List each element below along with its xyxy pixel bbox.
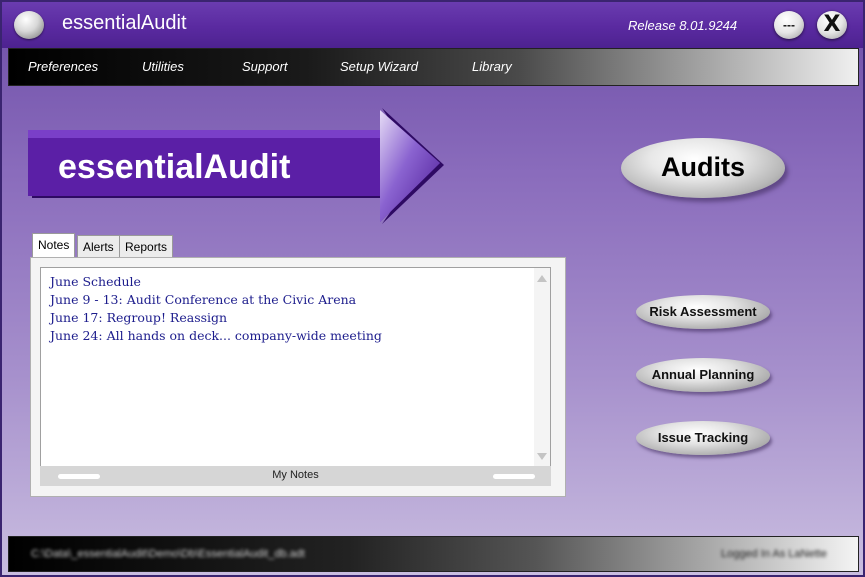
- app-window: essentialAudit Release 8.01.9244 --- X P…: [0, 0, 865, 577]
- menu-item-preferences[interactable]: Preferences: [28, 59, 98, 74]
- issue-tracking-button[interactable]: Issue Tracking: [636, 421, 770, 455]
- menu-item-setup-wizard[interactable]: Setup Wizard: [340, 59, 418, 74]
- tab-reports[interactable]: Reports: [119, 235, 174, 257]
- scroll-up-icon[interactable]: [537, 275, 547, 282]
- audits-button[interactable]: Audits: [621, 138, 785, 198]
- logo-text: essentialAudit: [58, 148, 290, 186]
- annual-planning-button[interactable]: Annual Planning: [636, 358, 770, 392]
- tab-alerts[interactable]: Alerts: [77, 235, 120, 257]
- menu-bar: Preferences Utilities Support Setup Wiza…: [8, 48, 859, 86]
- release-version: Release 8.01.9244: [628, 18, 738, 33]
- notes-footer-label: My Notes: [272, 469, 319, 481]
- app-title: essentialAudit: [62, 12, 187, 34]
- footer-right-handle[interactable]: [493, 474, 535, 479]
- menu-item-utilities[interactable]: Utilities: [142, 59, 184, 74]
- status-bar: C:\Data\_essentialAudit\Demo\Db\Essentia…: [8, 536, 859, 572]
- title-bar[interactable]: essentialAudit Release 8.01.9244 --- X: [2, 2, 863, 48]
- notes-textarea[interactable]: June Schedule June 9 - 13: Audit Confere…: [40, 267, 551, 467]
- notes-scrollbar[interactable]: [534, 268, 550, 466]
- menu-item-library[interactable]: Library: [472, 59, 512, 74]
- notes-footer: My Notes: [40, 466, 551, 486]
- scroll-down-icon[interactable]: [537, 453, 547, 460]
- risk-assessment-button[interactable]: Risk Assessment: [636, 295, 770, 329]
- status-logged-in-user: Logged In As LaNette: [721, 548, 827, 560]
- note-line: June 9 - 13: Audit Conference at the Civ…: [50, 292, 357, 307]
- app-orb-icon[interactable]: [14, 11, 44, 39]
- menu-item-support[interactable]: Support: [242, 59, 288, 74]
- status-database-path: C:\Data\_essentialAudit\Demo\Db\Essentia…: [31, 548, 305, 560]
- logo-arrow: essentialAudit: [28, 108, 444, 224]
- note-line: June 17: Regroup! Reassign: [50, 310, 228, 325]
- minimize-button[interactable]: ---: [774, 11, 804, 39]
- close-button[interactable]: X: [817, 11, 847, 39]
- note-line: June Schedule: [50, 274, 141, 289]
- note-line: June 24: All hands on deck... company-wi…: [50, 328, 382, 343]
- notes-panel: June Schedule June 9 - 13: Audit Confere…: [30, 257, 566, 497]
- tab-notes[interactable]: Notes: [32, 233, 76, 258]
